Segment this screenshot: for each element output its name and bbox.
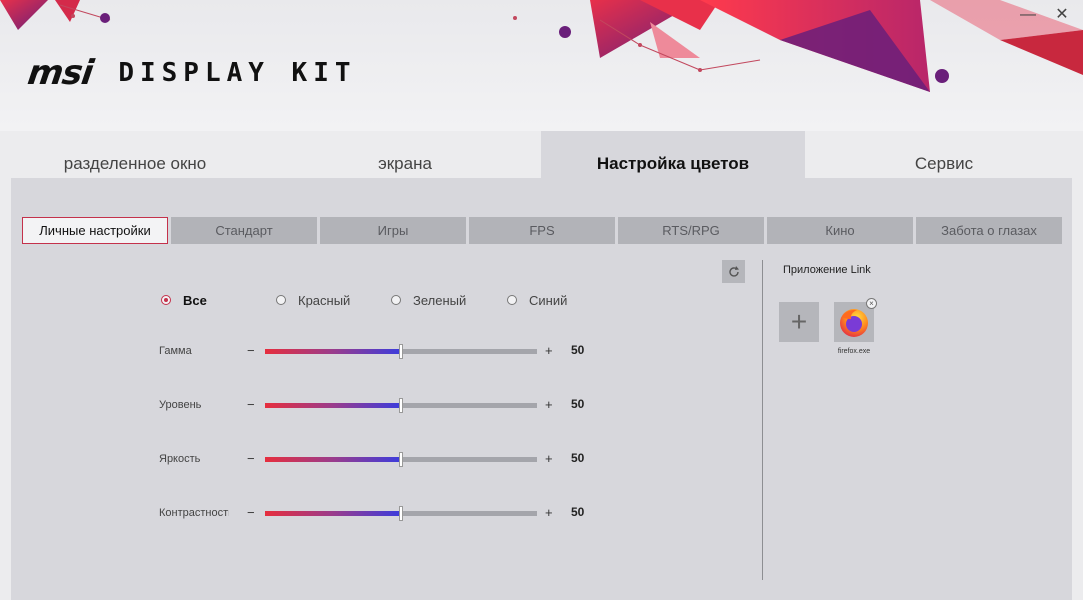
increase-button[interactable]: + bbox=[545, 343, 553, 358]
radio-all[interactable]: Все bbox=[161, 291, 207, 309]
slider-track[interactable] bbox=[265, 452, 537, 467]
brand-logo: msi bbox=[25, 53, 96, 93]
slider-thumb[interactable] bbox=[399, 398, 403, 413]
color-settings-panel: Личные настройки Стандарт Игры FPS RTS/R… bbox=[11, 178, 1072, 600]
slider-fill bbox=[265, 511, 401, 516]
slider-fill bbox=[265, 349, 401, 354]
radio-red[interactable]: Красный bbox=[276, 291, 350, 309]
slider-track[interactable] bbox=[265, 506, 537, 521]
slider-label: Гамма bbox=[159, 345, 192, 357]
radio-dot bbox=[276, 295, 286, 305]
slider-contrast: Контрастность − + 50 bbox=[159, 504, 609, 524]
increase-button[interactable]: + bbox=[545, 397, 553, 412]
increase-button[interactable]: + bbox=[545, 505, 553, 520]
radio-label: Синий bbox=[529, 292, 568, 308]
minimize-icon[interactable]: — bbox=[1018, 6, 1038, 24]
tab-split-window[interactable]: разделенное окно bbox=[0, 131, 270, 179]
slider-value: 50 bbox=[571, 343, 585, 357]
slider-brightness: Яркость − + 50 bbox=[159, 450, 609, 470]
remove-app-button[interactable]: × bbox=[866, 298, 877, 309]
slider-fill bbox=[265, 457, 401, 462]
subtab-cinema[interactable]: Кино bbox=[767, 217, 913, 244]
radio-dot bbox=[391, 295, 401, 305]
slider-label: Уровень bbox=[159, 399, 202, 411]
subtab-rts-rpg[interactable]: RTS/RPG bbox=[618, 217, 764, 244]
subtab-personal[interactable]: Личные настройки bbox=[22, 217, 168, 244]
increase-button[interactable]: + bbox=[545, 451, 553, 466]
slider-value: 50 bbox=[571, 451, 585, 465]
radio-label: Красный bbox=[298, 292, 351, 308]
slider-thumb[interactable] bbox=[399, 344, 403, 359]
reset-button[interactable] bbox=[722, 260, 745, 283]
slider-thumb[interactable] bbox=[399, 506, 403, 521]
firefox-icon bbox=[840, 309, 868, 337]
slider-value: 50 bbox=[571, 505, 585, 519]
radio-dot bbox=[507, 295, 517, 305]
slider-label: Яркость bbox=[159, 453, 201, 465]
msi-display-kit-logo: msi DISPLAY KIT bbox=[25, 53, 357, 93]
radio-green[interactable]: Зеленый bbox=[391, 291, 466, 309]
radio-label: Зеленый bbox=[413, 292, 467, 308]
slider-track[interactable] bbox=[265, 344, 537, 359]
radio-blue[interactable]: Синий bbox=[507, 291, 567, 309]
slider-thumb[interactable] bbox=[399, 452, 403, 467]
slider-gamma: Гамма − + 50 bbox=[159, 342, 609, 362]
subtab-fps[interactable]: FPS bbox=[469, 217, 615, 244]
subtab-eye-care[interactable]: Забота о глазах bbox=[916, 217, 1062, 244]
radio-label: Все bbox=[183, 292, 207, 308]
app-header: msi DISPLAY KIT — ✕ bbox=[0, 0, 1083, 131]
subtab-games[interactable]: Игры bbox=[320, 217, 466, 244]
main-tabs: разделенное окно экрана Настройка цветов… bbox=[0, 131, 1083, 179]
slider-fill bbox=[265, 403, 401, 408]
slider-label: Контрастность bbox=[159, 507, 229, 519]
add-app-button[interactable]: + bbox=[779, 302, 819, 342]
reset-icon bbox=[728, 265, 739, 277]
app-name: firefox.exe bbox=[837, 348, 871, 355]
decrease-button[interactable]: − bbox=[247, 397, 255, 412]
panel-divider bbox=[762, 260, 763, 580]
close-icon[interactable]: ✕ bbox=[1052, 6, 1072, 24]
product-title: DISPLAY KIT bbox=[118, 58, 357, 88]
radio-dot bbox=[161, 295, 171, 305]
tab-color-settings[interactable]: Настройка цветов bbox=[541, 131, 805, 179]
slider-level: Уровень − + 50 bbox=[159, 396, 609, 416]
slider-track[interactable] bbox=[265, 398, 537, 413]
decrease-button[interactable]: − bbox=[247, 451, 255, 466]
subtab-standard[interactable]: Стандарт bbox=[171, 217, 317, 244]
tab-service[interactable]: Сервис bbox=[805, 131, 1083, 179]
tab-screen[interactable]: экрана bbox=[270, 131, 540, 179]
decrease-button[interactable]: − bbox=[247, 505, 255, 520]
decrease-button[interactable]: − bbox=[247, 343, 255, 358]
slider-value: 50 bbox=[571, 397, 585, 411]
app-link-title: Приложение Link bbox=[783, 264, 871, 276]
